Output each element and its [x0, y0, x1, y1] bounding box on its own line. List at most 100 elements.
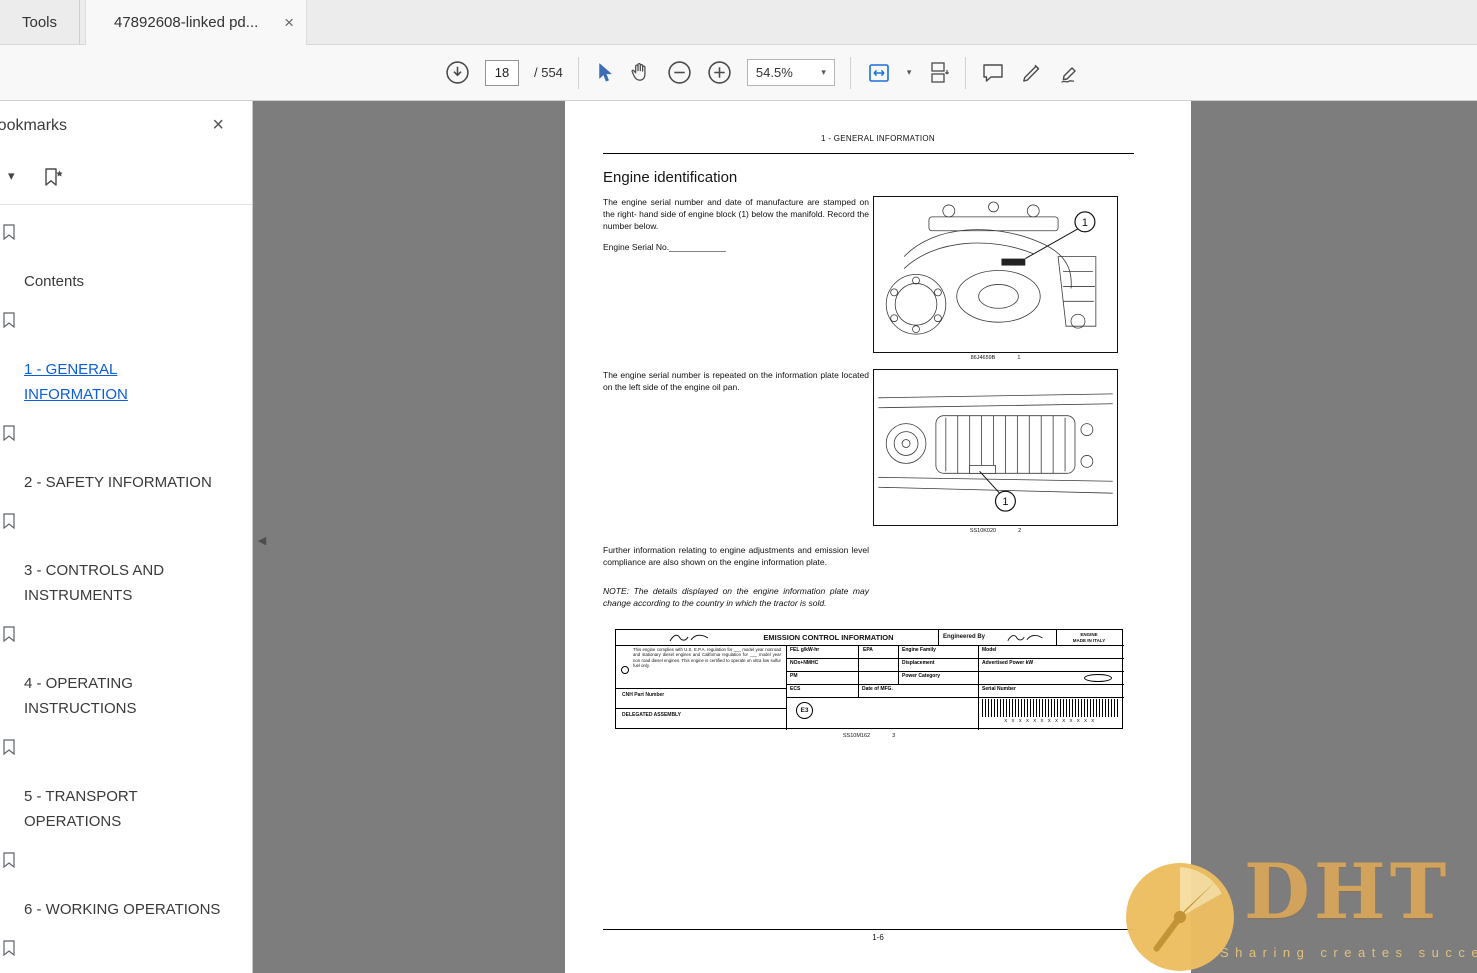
plate-oval [1084, 674, 1112, 682]
document-tab-label: 47892608-linked pd... [114, 0, 258, 45]
engine-side-figure: 1 [873, 196, 1118, 353]
note-paragraph: NOTE: The details displayed on the engin… [603, 585, 869, 609]
watermark-title: DHT [1244, 853, 1450, 931]
tab-document[interactable]: 47892608-linked pd... × [85, 0, 307, 45]
tab-bar: Tools 47892608-linked pd... × [0, 0, 1477, 45]
plate-hole [621, 666, 629, 674]
e3-mark: E3 [796, 702, 813, 719]
page-number-footer: 1-6 [565, 933, 1191, 942]
engine-serial-line: Engine Serial No.____________ [603, 242, 726, 252]
zoom-in-icon[interactable] [707, 60, 732, 85]
fit-page-icon[interactable] [866, 61, 892, 85]
bookmark-icon [2, 425, 16, 441]
bookmark-item-operating-instructions[interactable]: 4 - OPERATING INSTRUCTIONS [0, 621, 240, 721]
figure-caption: SS10K0202 [873, 528, 1118, 534]
brand-logo-icon [668, 632, 712, 644]
figure-callout-1: 1 [1002, 496, 1008, 508]
watermark-subtitle: Sharing creates success [1220, 945, 1477, 960]
compliance-text: This engine complies with U.S. E.P.A. re… [633, 647, 781, 669]
plate-line [1056, 630, 1057, 645]
download-icon[interactable] [445, 60, 470, 85]
chevron-down-icon[interactable]: ▾ [907, 67, 912, 78]
bookmark-item-maintenance[interactable]: 7 - MAINTENANCE [0, 935, 240, 973]
bookmark-icon [2, 852, 16, 868]
highlight-pen-icon[interactable] [1020, 61, 1044, 85]
engine-label: ENGINE [1058, 632, 1120, 637]
tab-tools[interactable]: Tools [0, 0, 80, 45]
plate-title: EMISSION CONTROL INFORMATION [721, 633, 936, 642]
figure-callout-1: 1 [1082, 217, 1088, 229]
page-number-input[interactable] [485, 60, 519, 86]
fel-label: FEL g/kW-hr [790, 647, 819, 653]
plate-line [616, 645, 1124, 646]
pdf-page: 1 - GENERAL INFORMATION Engine identific… [565, 101, 1191, 973]
advertised-power-label: Advertised Power kW [982, 660, 1033, 666]
hand-tool-icon[interactable] [629, 61, 652, 84]
close-panel-icon[interactable]: × [212, 114, 224, 137]
plate-line [786, 684, 1124, 685]
zoom-level-dropdown[interactable]: 54.5% ▾ [747, 59, 835, 86]
plate-line [898, 645, 899, 684]
pdf-viewer-window: Tools 47892608-linked pd... × / 554 [0, 0, 1477, 973]
emission-control-plate: EMISSION CONTROL INFORMATION Engineered … [615, 629, 1123, 729]
model-label: Model [982, 647, 996, 653]
bookmarks-panel-toolbar: ▾ [0, 155, 252, 205]
bookmark-icon [2, 312, 16, 328]
close-document-tab-icon[interactable]: × [284, 0, 294, 45]
page-scrolling-icon[interactable] [926, 61, 950, 85]
bookmarks-panel-header: Bookmarks × [0, 101, 252, 155]
serial-barcode [982, 699, 1118, 717]
bookmark-icon [2, 739, 16, 755]
bookmark-item-controls-and-instruments[interactable]: 3 - CONTROLS AND INSTRUMENTS [0, 508, 240, 608]
section-title: Engine identification [603, 169, 737, 186]
fill-sign-icon[interactable] [1059, 61, 1085, 85]
footer-rule [603, 929, 1134, 930]
watermark: DHT Sharing creates success [1114, 839, 1477, 973]
new-bookmark-icon[interactable] [42, 167, 66, 189]
pm-label: PM [790, 673, 798, 679]
collapse-panel-icon[interactable]: ◀ [254, 527, 270, 555]
bookmark-item-contents[interactable]: Contents [0, 219, 240, 294]
plate-line [786, 658, 1124, 659]
bookmark-item-general-information[interactable]: 1 - GENERAL INFORMATION [0, 307, 240, 407]
bookmarks-panel: Bookmarks × ▾ Contents 1 - GENERAL INFOR… [0, 101, 253, 973]
bookmark-icon [2, 224, 16, 240]
panel-options-icon[interactable]: ▾ [8, 168, 15, 184]
chevron-down-icon: ▾ [821, 67, 826, 78]
engineered-by-label: Engineered By [943, 634, 985, 640]
bookmark-icon [2, 513, 16, 529]
engine-side-drawing: 1 [874, 197, 1117, 352]
figure-caption: SS10M1623 [615, 733, 1123, 739]
toolbar-separator [850, 57, 851, 89]
displacement-label: Displacement [902, 660, 935, 666]
plate-line [616, 688, 786, 689]
plate-line [786, 671, 1124, 672]
bookmarks-panel-title: Bookmarks [0, 117, 67, 135]
bookmark-item-working-operations[interactable]: 6 - WORKING OPERATIONS [0, 847, 240, 922]
bookmark-item-transport-operations[interactable]: 5 - TRANSPORT OPERATIONS [0, 734, 240, 834]
zoom-out-icon[interactable] [667, 60, 692, 85]
nox-label: NOx+NMHC [790, 660, 818, 666]
main-toolbar: / 554 54.5% ▾ ▾ [0, 45, 1477, 101]
ecs-label: ECS [790, 686, 800, 692]
paragraph-3: Further information relating to engine a… [603, 544, 869, 568]
page-header: 1 - GENERAL INFORMATION [565, 134, 1191, 143]
oil-pan-figure: 1 [873, 369, 1118, 526]
select-tool-icon[interactable] [594, 62, 614, 84]
toolbar-group: / 554 54.5% ▾ ▾ [445, 45, 1085, 100]
bookmark-icon [2, 940, 16, 956]
comment-icon[interactable] [981, 61, 1005, 85]
page-total-label: / 554 [534, 65, 563, 80]
bookmark-item-safety-information[interactable]: 2 - SAFETY INFORMATION [0, 420, 240, 495]
delegated-assembly-label: DELEGATED ASSEMBLY [622, 712, 681, 718]
toolbar-separator [965, 57, 966, 89]
plate-line [616, 708, 786, 709]
plate-line [938, 630, 939, 645]
plate-line [786, 697, 1124, 698]
date-of-mfg-label: Date of MFG. [862, 686, 893, 692]
toolbar-separator [578, 57, 579, 89]
power-category-label: Power Category [902, 673, 940, 679]
oil-pan-drawing: 1 [874, 370, 1117, 525]
bookmark-icon [2, 626, 16, 642]
cnh-part-number-label: CNH Part Number [622, 692, 664, 698]
